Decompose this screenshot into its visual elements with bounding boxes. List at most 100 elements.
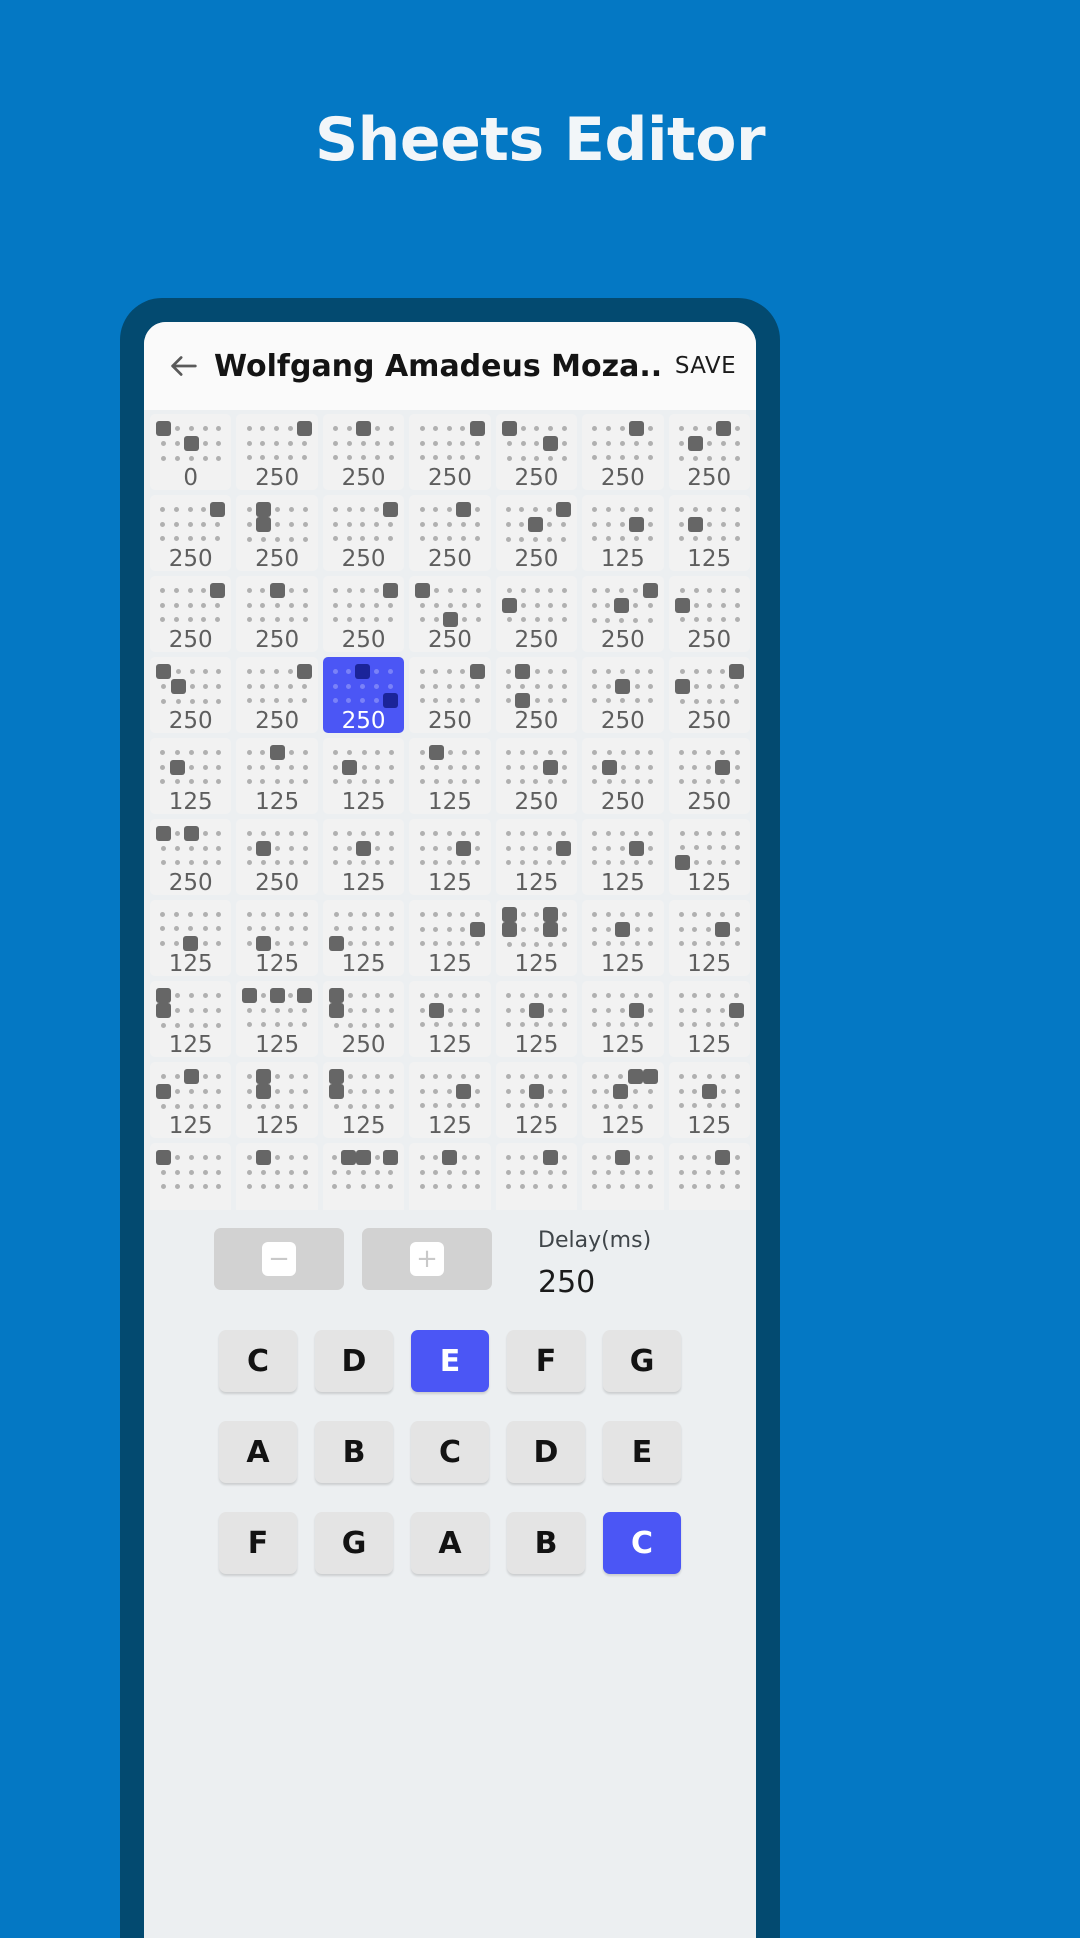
note-dot-filled[interactable] <box>615 1150 631 1165</box>
note-dot-empty[interactable] <box>202 993 208 998</box>
note-key-g[interactable]: G <box>315 1512 393 1574</box>
note-dot-empty[interactable] <box>419 779 425 785</box>
note-dot-empty[interactable] <box>706 779 712 785</box>
note-dot-empty[interactable] <box>419 440 425 446</box>
note-dot-empty[interactable] <box>346 602 352 608</box>
note-dot-empty[interactable] <box>633 860 639 866</box>
note-dot-empty[interactable] <box>506 441 512 446</box>
note-dot-empty[interactable] <box>348 1074 354 1079</box>
note-dot-empty[interactable] <box>461 830 467 836</box>
note-dot-empty[interactable] <box>719 698 725 704</box>
note-dot-empty[interactable] <box>161 860 166 866</box>
note-dot-empty[interactable] <box>361 749 367 755</box>
note-dot-empty[interactable] <box>619 455 625 461</box>
note-dot-empty[interactable] <box>201 521 207 527</box>
note-dot-empty[interactable] <box>175 831 181 836</box>
note-dot-empty[interactable] <box>548 587 554 593</box>
note-dot-empty[interactable] <box>533 1169 539 1175</box>
note-dot-filled[interactable] <box>542 1150 558 1165</box>
note-dot-empty[interactable] <box>288 1184 294 1190</box>
note-dot-empty[interactable] <box>706 1169 712 1175</box>
note-dot-empty[interactable] <box>634 1155 640 1160</box>
note-dot-empty[interactable] <box>734 779 740 785</box>
note-dot-empty[interactable] <box>216 845 222 851</box>
note-dot-empty[interactable] <box>216 455 222 461</box>
note-dot-empty[interactable] <box>534 683 540 689</box>
note-dot-empty[interactable] <box>161 441 166 446</box>
note-dot-empty[interactable] <box>678 1169 684 1175</box>
note-dot-empty[interactable] <box>505 536 511 542</box>
note-dot-empty[interactable] <box>632 1103 638 1109</box>
note-dot-empty[interactable] <box>173 602 179 608</box>
note-dot-empty[interactable] <box>475 992 481 998</box>
note-dot-filled[interactable] <box>715 921 731 937</box>
note-dot-empty[interactable] <box>188 779 194 785</box>
note-dot-empty[interactable] <box>274 1022 280 1028</box>
note-dot-empty[interactable] <box>288 1089 294 1094</box>
note-dot-empty[interactable] <box>633 1022 639 1028</box>
note-dot-empty[interactable] <box>388 617 394 623</box>
sheet-cell[interactable] <box>322 1143 405 1210</box>
note-dot-empty[interactable] <box>460 911 466 917</box>
note-dot-empty[interactable] <box>287 455 293 461</box>
note-dot-empty[interactable] <box>201 536 207 542</box>
note-dot-empty[interactable] <box>187 617 193 623</box>
note-dot-empty[interactable] <box>275 1184 281 1190</box>
note-dot-empty[interactable] <box>605 603 611 608</box>
note-dot-empty[interactable] <box>246 860 252 866</box>
note-dot-empty[interactable] <box>388 1184 394 1190</box>
note-dot-empty[interactable] <box>433 1022 439 1028</box>
note-dot-filled[interactable] <box>443 612 459 627</box>
note-dot-empty[interactable] <box>288 536 294 542</box>
note-dot-filled[interactable] <box>556 840 572 856</box>
note-dot-empty[interactable] <box>419 683 425 689</box>
note-dot-empty[interactable] <box>333 926 339 932</box>
note-dot-empty[interactable] <box>246 779 252 785</box>
note-dot-empty[interactable] <box>246 455 252 461</box>
note-dot-empty[interactable] <box>678 506 684 512</box>
note-dot-empty[interactable] <box>692 455 698 461</box>
note-dot-empty[interactable] <box>375 1103 381 1109</box>
note-dot-empty[interactable] <box>375 845 381 851</box>
note-dot-empty[interactable] <box>533 1184 539 1190</box>
note-dot-empty[interactable] <box>561 1184 567 1190</box>
note-dot-empty[interactable] <box>302 764 308 770</box>
note-dot-empty[interactable] <box>648 426 654 431</box>
note-dot-empty[interactable] <box>706 926 712 932</box>
note-dot-empty[interactable] <box>433 698 439 704</box>
note-dot-empty[interactable] <box>287 683 293 689</box>
note-dot-empty[interactable] <box>461 1022 467 1028</box>
note-dot-empty[interactable] <box>201 588 207 593</box>
note-dot-empty[interactable] <box>505 507 511 512</box>
note-dot-empty[interactable] <box>475 779 481 785</box>
note-dot-empty[interactable] <box>348 1008 354 1013</box>
note-dot-empty[interactable] <box>606 440 611 446</box>
note-dot-empty[interactable] <box>273 698 279 704</box>
note-dot-empty[interactable] <box>547 522 553 527</box>
note-dot-empty[interactable] <box>373 617 379 623</box>
note-dot-empty[interactable] <box>246 750 252 755</box>
note-dot-empty[interactable] <box>733 992 739 998</box>
note-dot-empty[interactable] <box>532 536 538 542</box>
note-dot-empty[interactable] <box>361 1089 367 1094</box>
note-dot-filled[interactable] <box>296 421 312 436</box>
note-dot-empty[interactable] <box>734 521 740 527</box>
note-dot-filled[interactable] <box>184 1069 200 1084</box>
note-dot-empty[interactable] <box>246 1155 252 1160</box>
note-dot-empty[interactable] <box>346 426 352 431</box>
sheet-cell[interactable]: 250 <box>236 819 318 896</box>
note-dot-empty[interactable] <box>216 1169 222 1175</box>
note-dot-empty[interactable] <box>374 683 380 689</box>
note-dot-filled[interactable] <box>210 502 226 517</box>
note-dot-empty[interactable] <box>420 602 426 608</box>
note-dot-empty[interactable] <box>679 617 685 623</box>
note-dot-empty[interactable] <box>692 779 698 785</box>
note-dot-empty[interactable] <box>461 1155 467 1160</box>
note-dot-empty[interactable] <box>606 860 611 866</box>
note-dot-empty[interactable] <box>561 536 567 542</box>
note-dot-empty[interactable] <box>346 1169 352 1175</box>
note-dot-empty[interactable] <box>706 911 712 917</box>
note-dot-empty[interactable] <box>606 941 611 947</box>
note-dot-empty[interactable] <box>161 455 166 461</box>
note-dot-empty[interactable] <box>706 1155 712 1160</box>
